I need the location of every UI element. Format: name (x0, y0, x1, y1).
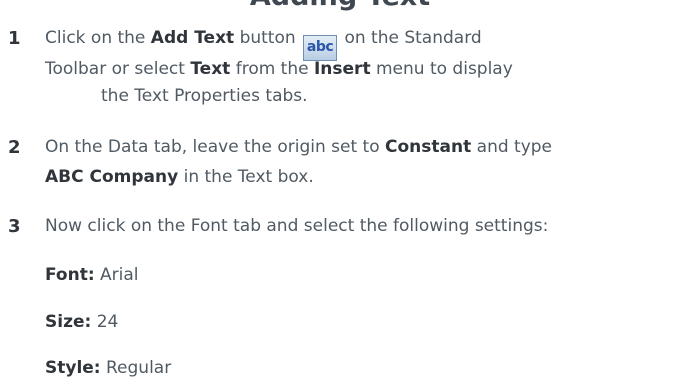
step-1-line-1: Click on the Add Text button abc on the … (45, 28, 482, 61)
step-text-bold: ABC Company (45, 167, 179, 187)
step-text-bold: Constant (385, 137, 472, 157)
step-text-bold: Insert (313, 59, 371, 79)
setting-value: 24 (91, 312, 119, 332)
setting-size: Size: 24 (45, 312, 118, 332)
step-text: from the (230, 59, 314, 79)
setting-label: Style: (45, 358, 101, 378)
setting-style: Style: Regular (45, 358, 171, 378)
page-title-clip: Adding Text (0, 0, 680, 16)
step-text: the Text Properties tabs. (101, 86, 308, 106)
step-text-bold: Text (190, 59, 231, 79)
setting-value: Regular (100, 358, 172, 378)
step-text: Now click on the Font tab and select the… (45, 216, 549, 236)
setting-font: Font: Arial (45, 265, 139, 285)
step-text-bold: Add Text (150, 28, 235, 48)
step-text: Toolbar or select (45, 59, 191, 79)
step-text: button (234, 28, 296, 48)
step-number: 3 (8, 216, 21, 237)
step-1-line-3: the Text Properties tabs. (101, 86, 308, 106)
step-text: Click on the (45, 28, 151, 48)
setting-label: Size: (45, 312, 92, 332)
step-text: menu to display (370, 59, 513, 79)
step-2-line-1: On the Data tab, leave the origin set to… (45, 137, 552, 157)
step-text: On the Data tab, leave the origin set to (45, 137, 386, 157)
step-number: 1 (8, 28, 21, 49)
step-2-line-2: ABC Company in the Text box. (45, 167, 314, 187)
step-text: and type (471, 137, 553, 157)
setting-value: Arial (94, 265, 139, 285)
setting-label: Font: (45, 265, 95, 285)
step-1-line-2: Toolbar or select Text from the Insert m… (45, 59, 513, 79)
step-3-line-1: Now click on the Font tab and select the… (45, 216, 548, 236)
add-text-icon: abc (303, 35, 338, 61)
step-number: 2 (8, 137, 21, 158)
step-text: in the Text box. (178, 167, 314, 187)
step-text: on the Standard (339, 28, 482, 48)
page-title: Adding Text (0, 0, 680, 12)
